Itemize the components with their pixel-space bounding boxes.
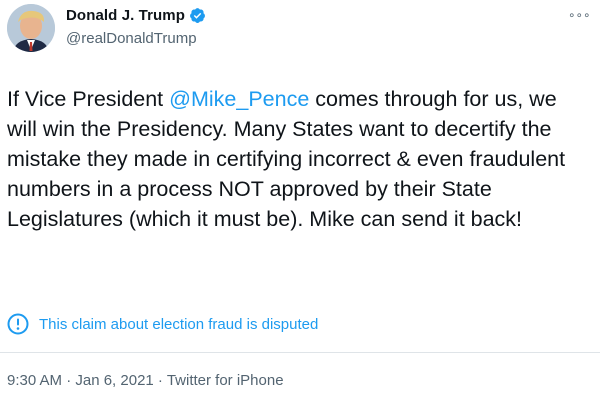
mention-link[interactable]: @Mike_Pence (169, 87, 309, 111)
display-name[interactable]: Donald J. Trump (66, 7, 185, 24)
avatar-image (7, 4, 55, 52)
tweet-timestamp[interactable]: 9:30 AM · Jan 6, 2021 · Twitter for iPho… (7, 372, 284, 389)
info-icon (7, 313, 29, 335)
avatar[interactable] (7, 4, 55, 52)
tweet-text: If Vice President @Mike_Pence comes thro… (7, 84, 592, 234)
divider (0, 352, 600, 353)
tweet-text-part-1: If Vice President (7, 87, 170, 111)
name-row: Donald J. Trump (66, 7, 206, 24)
disputed-claim-notice[interactable]: This claim about election fraud is dispu… (7, 311, 318, 337)
tweet-card: Donald J. Trump @realDonaldTrump ∘∘∘ If … (0, 0, 600, 400)
verified-badge-icon (189, 7, 206, 24)
more-options-icon[interactable]: ∘∘∘ (568, 8, 591, 22)
user-handle[interactable]: @realDonaldTrump (66, 30, 197, 47)
notice-text[interactable]: This claim about election fraud is dispu… (39, 316, 318, 333)
